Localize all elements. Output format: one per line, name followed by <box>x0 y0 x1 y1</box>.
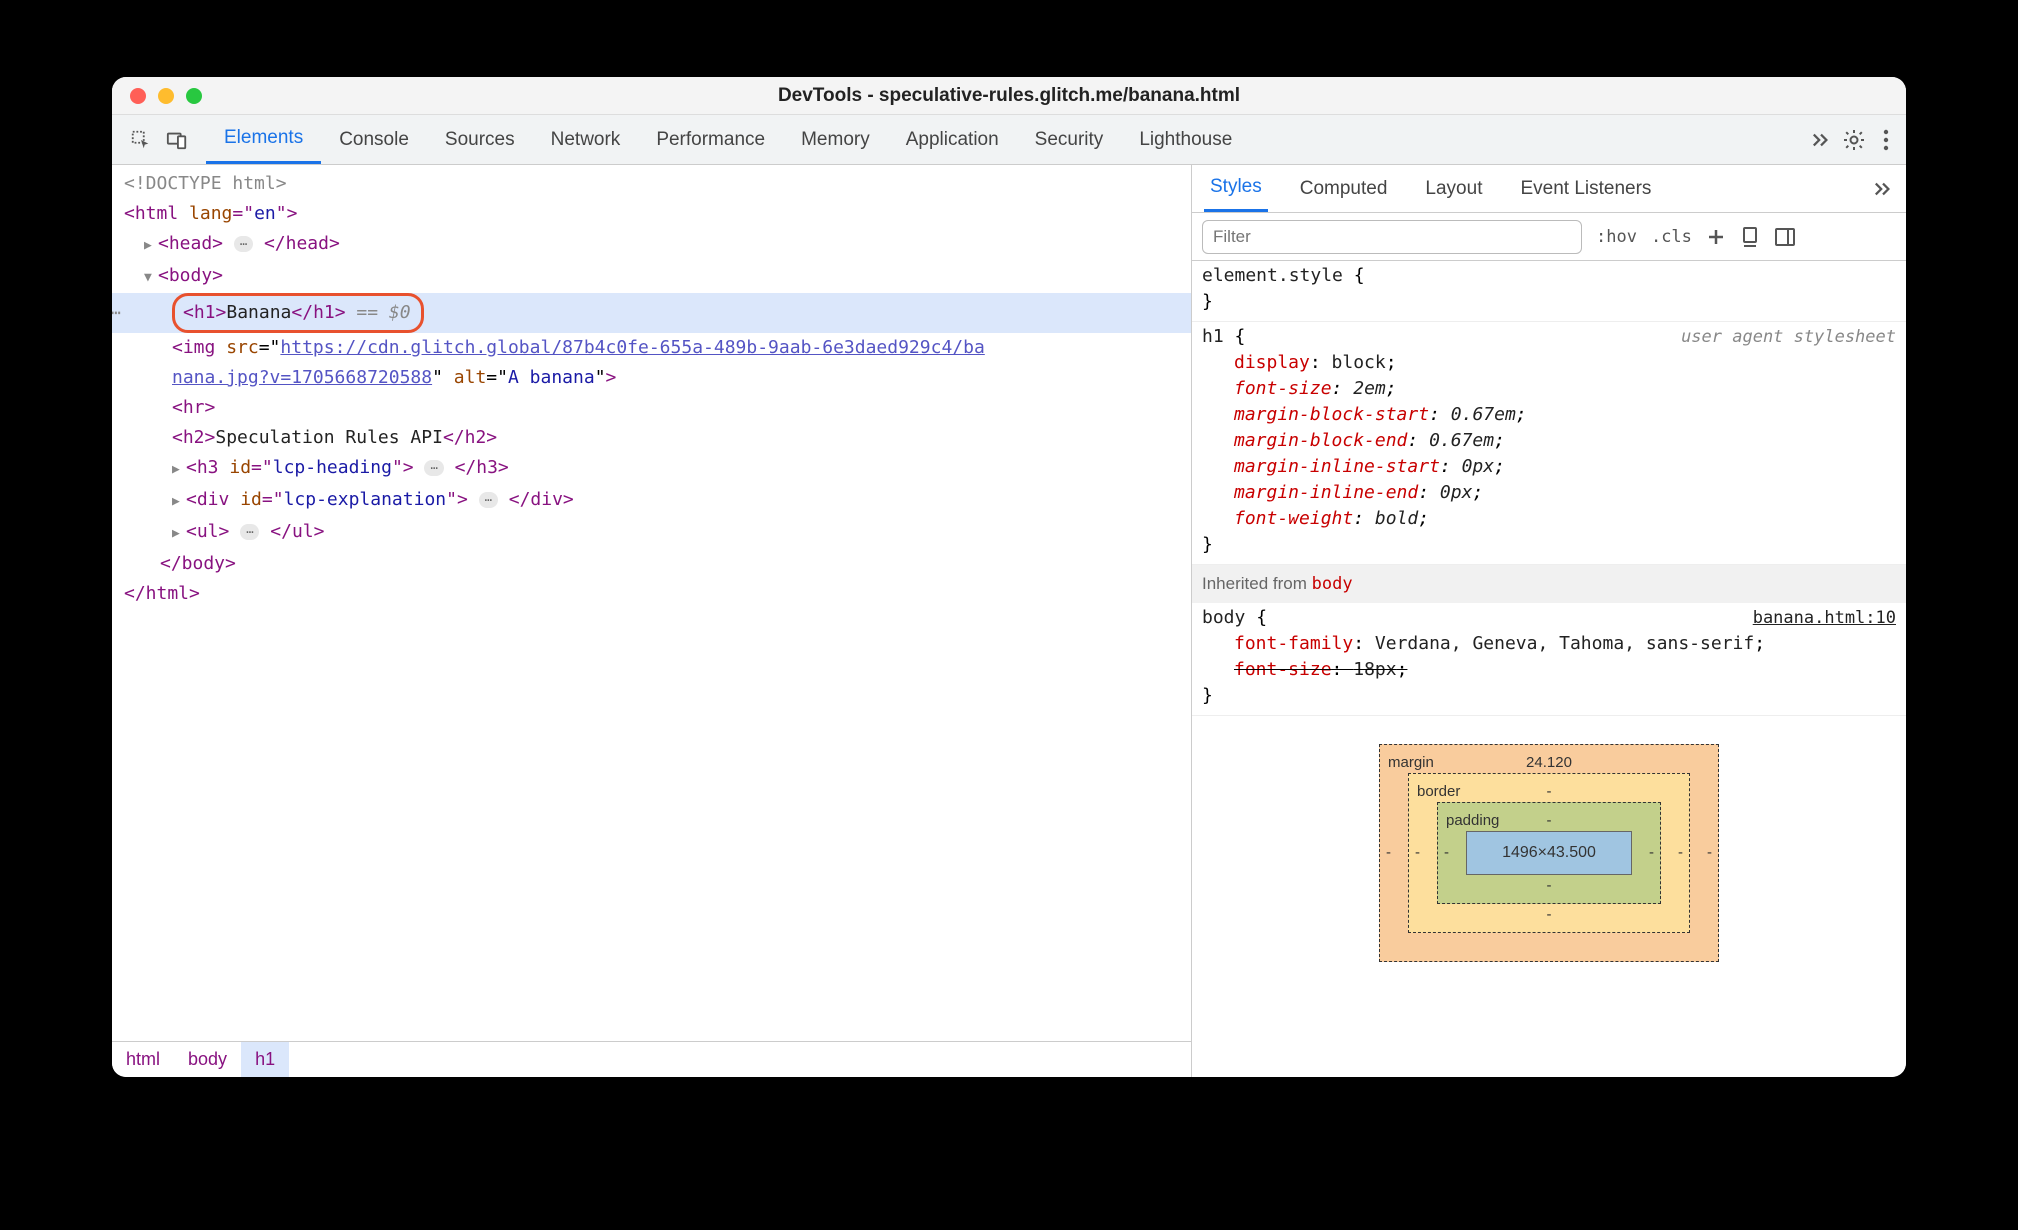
elements-panel: <!DOCTYPE html> <html lang="en"> ▶<head>… <box>112 165 1192 1077</box>
subtab-styles[interactable]: Styles <box>1204 165 1268 212</box>
main-tabs: ElementsConsoleSourcesNetworkPerformance… <box>206 115 1800 164</box>
box-model-content: 1496×43.500 <box>1466 831 1632 875</box>
body-rule[interactable]: banana.html:10body { font-family: Verdan… <box>1192 603 1906 716</box>
source-link[interactable]: banana.html:10 <box>1753 605 1896 631</box>
tab-elements[interactable]: Elements <box>206 115 321 164</box>
css-property[interactable]: display: block; <box>1202 350 1896 376</box>
window-titlebar: DevTools - speculative-rules.glitch.me/b… <box>112 77 1906 115</box>
window-title: DevTools - speculative-rules.glitch.me/b… <box>112 85 1906 107</box>
tab-sources[interactable]: Sources <box>427 115 533 164</box>
styles-filter-input[interactable] <box>1202 220 1582 254</box>
element-style-rule[interactable]: element.style { } <box>1192 261 1906 322</box>
collapse-arrow-icon[interactable]: ▼ <box>144 263 156 293</box>
sidebar-tabs: Styles Computed Layout Event Listeners <box>1192 165 1906 213</box>
cls-button[interactable]: .cls <box>1651 227 1692 247</box>
main-toolbar: ElementsConsoleSourcesNetworkPerformance… <box>112 115 1906 165</box>
tab-lighthouse[interactable]: Lighthouse <box>1121 115 1250 164</box>
doctype-node[interactable]: <!DOCTYPE html> <box>124 173 287 194</box>
css-property[interactable]: font-weight: bold; <box>1202 506 1896 532</box>
ul-node[interactable]: ▶<ul> ⋯ </ul> <box>112 517 1191 549</box>
device-toolbar-icon[interactable] <box>166 129 188 151</box>
styles-panel: Styles Computed Layout Event Listeners :hov… <box>1192 165 1906 1077</box>
inherited-from-header: Inherited from body <box>1192 565 1906 603</box>
html-close-tag[interactable]: </html> <box>124 583 200 604</box>
box-model-diagram[interactable]: margin 24.120 - - border - - - - <box>1192 716 1906 962</box>
toggle-sidebar-icon[interactable] <box>1774 227 1796 247</box>
tab-network[interactable]: Network <box>533 115 639 164</box>
html-open-tag[interactable]: <html lang="en"> <box>124 203 297 224</box>
more-tabs-icon[interactable] <box>1810 131 1832 149</box>
css-property[interactable]: margin-block-end: 0.67em; <box>1202 428 1896 454</box>
selected-h1-node[interactable]: ⋯ <h1>Banana</h1> == $0 <box>112 293 1191 333</box>
head-tag[interactable]: <head> <box>158 233 223 254</box>
tab-memory[interactable]: Memory <box>783 115 888 164</box>
styles-rules[interactable]: element.style { } user agent stylesheeth… <box>1192 261 1906 1077</box>
subtab-computed[interactable]: Computed <box>1294 165 1394 212</box>
img-node[interactable]: <img src="https://cdn.glitch.global/87b4… <box>112 333 1112 393</box>
hr-node[interactable]: <hr> <box>172 397 215 418</box>
h3-node[interactable]: ▶<h3 id="lcp-heading"> ⋯ </h3> <box>112 453 1191 485</box>
breadcrumb-html[interactable]: html <box>112 1042 174 1077</box>
body-close-tag[interactable]: </body> <box>160 553 236 574</box>
subtab-event-listeners[interactable]: Event Listeners <box>1514 165 1657 212</box>
dom-tree[interactable]: <!DOCTYPE html> <html lang="en"> ▶<head>… <box>112 165 1191 1041</box>
tab-performance[interactable]: Performance <box>638 115 783 164</box>
new-style-rule-icon[interactable] <box>1706 227 1726 247</box>
expand-arrow-icon[interactable]: ▶ <box>144 231 156 261</box>
node-actions-icon[interactable]: ⋯ <box>112 298 122 328</box>
minimize-window-button[interactable] <box>158 88 174 104</box>
computed-styles-toggle-icon[interactable] <box>1740 226 1760 248</box>
styles-filter-bar: :hov .cls <box>1192 213 1906 261</box>
css-property[interactable]: font-size: 2em; <box>1202 376 1896 402</box>
tab-console[interactable]: Console <box>321 115 427 164</box>
css-property[interactable]: margin-inline-end: 0px; <box>1202 480 1896 506</box>
window-controls <box>112 88 202 104</box>
body-open-tag[interactable]: <body> <box>158 265 223 286</box>
breadcrumb-h1[interactable]: h1 <box>241 1042 289 1077</box>
css-property[interactable]: font-size: 18px; <box>1202 657 1896 683</box>
more-sidebar-tabs-icon[interactable] <box>1872 180 1894 198</box>
tab-application[interactable]: Application <box>888 115 1017 164</box>
breadcrumb: htmlbodyh1 <box>112 1041 1191 1077</box>
user-agent-note: user agent stylesheet <box>1681 324 1896 350</box>
hov-button[interactable]: :hov <box>1596 227 1637 247</box>
ellipsis-pill[interactable]: ⋯ <box>234 236 253 252</box>
devtools-window: DevTools - speculative-rules.glitch.me/b… <box>112 77 1906 1077</box>
settings-icon[interactable] <box>1842 128 1866 152</box>
breadcrumb-body[interactable]: body <box>174 1042 241 1077</box>
div-node[interactable]: ▶<div id="lcp-explanation"> ⋯ </div> <box>112 485 1191 517</box>
tab-security[interactable]: Security <box>1017 115 1122 164</box>
subtab-layout[interactable]: Layout <box>1419 165 1488 212</box>
css-property[interactable]: font-family: Verdana, Geneva, Tahoma, sa… <box>1202 631 1896 657</box>
kebab-menu-icon[interactable] <box>1882 128 1890 152</box>
close-window-button[interactable] <box>130 88 146 104</box>
h1-rule[interactable]: user agent stylesheeth1 { display: block… <box>1192 322 1906 565</box>
h2-node[interactable]: <h2>Speculation Rules API</h2> <box>112 423 1191 453</box>
zoom-window-button[interactable] <box>186 88 202 104</box>
inspect-element-icon[interactable] <box>130 129 152 151</box>
css-property[interactable]: margin-inline-start: 0px; <box>1202 454 1896 480</box>
css-property[interactable]: margin-block-start: 0.67em; <box>1202 402 1896 428</box>
